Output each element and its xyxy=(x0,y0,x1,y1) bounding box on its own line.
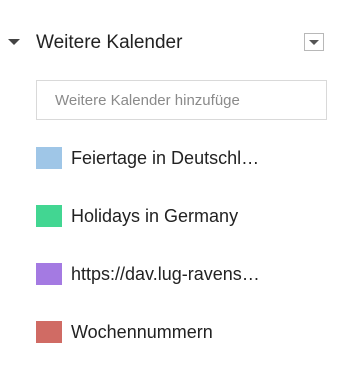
calendar-color-swatch[interactable] xyxy=(36,147,62,169)
calendar-color-swatch[interactable] xyxy=(36,205,62,227)
calendar-item-holidays[interactable]: Holidays in Germany xyxy=(0,196,339,254)
other-calendars-header[interactable]: Weitere Kalender xyxy=(0,24,339,64)
other-calendars-panel: Weitere Kalender Feiertage in Deutschl… … xyxy=(0,0,339,385)
calendar-label: Holidays in Germany xyxy=(71,206,239,226)
calendar-label: Wochennummern xyxy=(71,322,213,342)
dropdown-menu-icon xyxy=(309,40,319,45)
calendar-item-feiertage[interactable]: Feiertage in Deutschl… xyxy=(0,138,339,196)
caret-down-icon[interactable] xyxy=(8,39,20,45)
calendar-item-dav-lug[interactable]: https://dav.lug-ravens… xyxy=(0,254,339,312)
section-title[interactable]: Weitere Kalender xyxy=(36,30,182,56)
calendar-list: Feiertage in Deutschl… Holidays in Germa… xyxy=(0,138,339,370)
calendar-label: Feiertage in Deutschl… xyxy=(71,148,260,168)
calendar-item-wochennummern[interactable]: Wochennummern xyxy=(0,312,339,370)
calendar-color-swatch[interactable] xyxy=(36,321,62,343)
calendar-label: https://dav.lug-ravens… xyxy=(71,264,260,284)
calendar-menu-button[interactable] xyxy=(304,33,324,51)
calendar-color-swatch[interactable] xyxy=(36,263,62,285)
add-calendar-input[interactable] xyxy=(36,80,327,120)
